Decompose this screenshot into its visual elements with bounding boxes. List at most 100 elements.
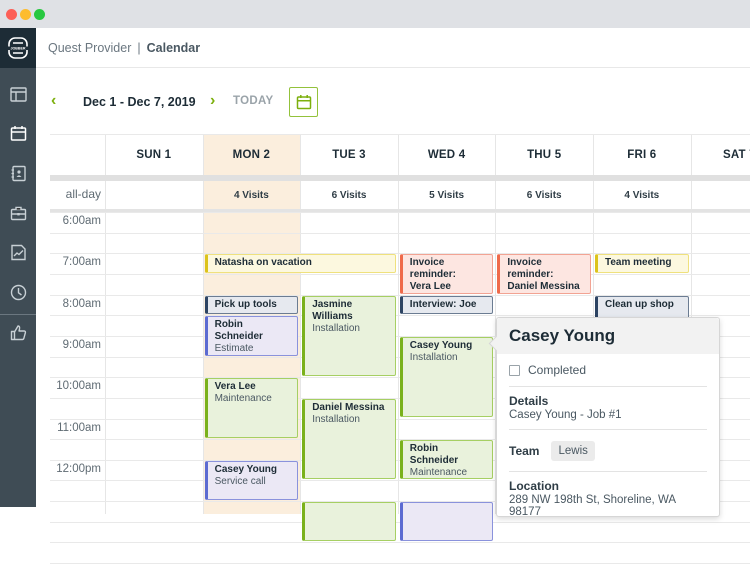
details-value[interactable]: Casey Young - Job #1 (509, 409, 707, 421)
day-header[interactable]: FRI 6 (593, 134, 691, 175)
completed-checkbox[interactable] (509, 364, 520, 376)
date-picker-button[interactable] (289, 87, 318, 117)
popover-title: Casey Young (497, 318, 719, 354)
briefcase-icon (10, 206, 26, 220)
day-header[interactable]: MON 2 (203, 134, 301, 175)
day-column[interactable] (105, 134, 203, 514)
svg-text:JOBBER: JOBBER (11, 47, 26, 51)
sidebar-item-feedback[interactable] (6, 320, 30, 344)
window-close-button[interactable] (6, 9, 17, 20)
calendar-icon (296, 95, 311, 110)
event-subtitle: Estimate (214, 343, 254, 355)
event-title: Natasha on vacation (214, 257, 312, 269)
calendar-event[interactable]: Pick up tools (204, 295, 299, 315)
event-title: Pick up tools (214, 298, 277, 310)
sidebar-item-clients[interactable] (6, 161, 30, 185)
event-subtitle: Service call (214, 475, 266, 487)
calendar-event[interactable]: Robin Schneider Maintenance (399, 440, 494, 480)
location-section: Location 289 NW 198th St, Shoreline, WA … (509, 472, 707, 518)
event-title: Invoice reminder: (507, 257, 554, 281)
allday-visits-count[interactable]: 4 Visits (203, 190, 301, 201)
jobber-logo[interactable]: JOBBER (0, 28, 36, 68)
header-divider (50, 175, 750, 181)
sidebar-item-calendar[interactable] (6, 121, 30, 145)
time-label: 9:00am (62, 338, 101, 351)
day-header[interactable]: WED 4 (398, 134, 496, 175)
contacts-icon (11, 165, 26, 181)
breadcrumb-account[interactable]: Quest Provider (48, 41, 131, 55)
grid-line (50, 542, 750, 544)
event-title: Vera Lee (214, 381, 256, 393)
event-title: Casey Young (214, 463, 278, 475)
calendar-event[interactable] (399, 502, 494, 542)
thumbs-up-icon (10, 324, 26, 340)
chart-icon (10, 244, 26, 260)
sidebar-item-work[interactable] (6, 201, 30, 225)
event-subtitle: Installation (312, 413, 360, 425)
event-subtitle: Installation (312, 322, 360, 334)
event-title: Daniel Messina (312, 401, 385, 413)
event-subtitle: Maintenance (409, 467, 468, 479)
time-label: 11:00am (57, 421, 101, 434)
page-header: Quest Provider | Calendar (36, 28, 750, 68)
calendar-event[interactable]: Invoice reminder: Daniel Messina (497, 254, 591, 294)
window-minimize-button[interactable] (20, 9, 31, 20)
time-label: 10:00am (56, 380, 101, 393)
event-client: Daniel Messina (507, 281, 580, 293)
calendar-event[interactable] (302, 502, 396, 542)
day-header[interactable]: SAT 7 (691, 134, 750, 175)
layout-icon (9, 86, 27, 102)
event-title: Clean up shop (605, 298, 674, 310)
sidebar-item-timesheets[interactable] (6, 280, 30, 304)
clock-icon (10, 284, 26, 300)
calendar-event[interactable]: Vera Lee Maintenance (204, 378, 299, 439)
team-member-chip: Lewis (551, 440, 595, 461)
grid-line (50, 212, 750, 213)
event-title: Invoice reminder: (409, 257, 456, 281)
event-title: Team meeting (605, 257, 672, 269)
date-navigation: ‹ Dec 1 - Dec 7, 2019 › TODAY (36, 86, 750, 118)
allday-visits-count[interactable]: 4 Visits (593, 190, 691, 201)
team-section: Team Lewis (509, 430, 707, 472)
today-button[interactable]: TODAY (233, 95, 274, 107)
time-label: 7:00am (62, 256, 101, 269)
location-label: Location (509, 479, 559, 493)
team-label: Team (509, 443, 540, 458)
window-maximize-button[interactable] (34, 9, 45, 20)
calendar-icon (10, 125, 26, 141)
sidebar-item-reports[interactable] (6, 240, 30, 264)
calendar-event[interactable]: Casey Young Service call (204, 460, 299, 501)
calendar-event[interactable]: Robin Schneider Estimate (204, 316, 299, 356)
event-title: Robin Schneider (214, 319, 263, 343)
location-value[interactable]: 289 NW 198th St, Shoreline, WA 98177 (509, 494, 707, 518)
allday-label: all-day (65, 187, 101, 201)
jobber-logo-icon: JOBBER (8, 37, 28, 59)
event-subtitle: Maintenance (214, 393, 272, 405)
event-client: Vera Lee (409, 281, 451, 293)
day-header[interactable]: SUN 1 (105, 134, 203, 175)
prev-week-button[interactable]: ‹ (51, 92, 56, 110)
completed-label: Completed (528, 363, 587, 377)
time-label: 8:00am (62, 297, 101, 310)
calendar-event[interactable]: Casey Young Installation (399, 336, 494, 418)
day-header[interactable]: TUE 3 (300, 134, 398, 175)
sidebar-divider (0, 314, 36, 315)
details-label: Details (509, 394, 549, 408)
event-subtitle: Installation (409, 351, 458, 363)
sidebar-item-dashboard[interactable] (6, 82, 30, 106)
calendar-event[interactable]: Jasmine Williams Installation (302, 295, 396, 377)
allday-visits-count[interactable]: 6 Visits (300, 190, 398, 201)
details-section: Details Casey Young - Job #1 (509, 387, 707, 430)
calendar-event[interactable]: Interview: Joe (399, 295, 494, 315)
allday-visits-count[interactable]: 6 Visits (495, 190, 593, 201)
calendar-event[interactable]: Team meeting (595, 254, 689, 273)
next-week-button[interactable]: › (210, 92, 215, 110)
calendar-event[interactable]: Natasha on vacation (204, 254, 396, 273)
grid-line (50, 232, 750, 234)
completed-row: Completed (509, 354, 707, 387)
calendar-event[interactable]: Daniel Messina Installation (302, 398, 396, 480)
allday-visits-count[interactable]: 5 Visits (398, 190, 496, 201)
day-header[interactable]: THU 5 (495, 134, 593, 175)
calendar-event[interactable]: Invoice reminder: Vera Lee (399, 254, 494, 294)
event-title: Jasmine Williams (312, 298, 353, 322)
